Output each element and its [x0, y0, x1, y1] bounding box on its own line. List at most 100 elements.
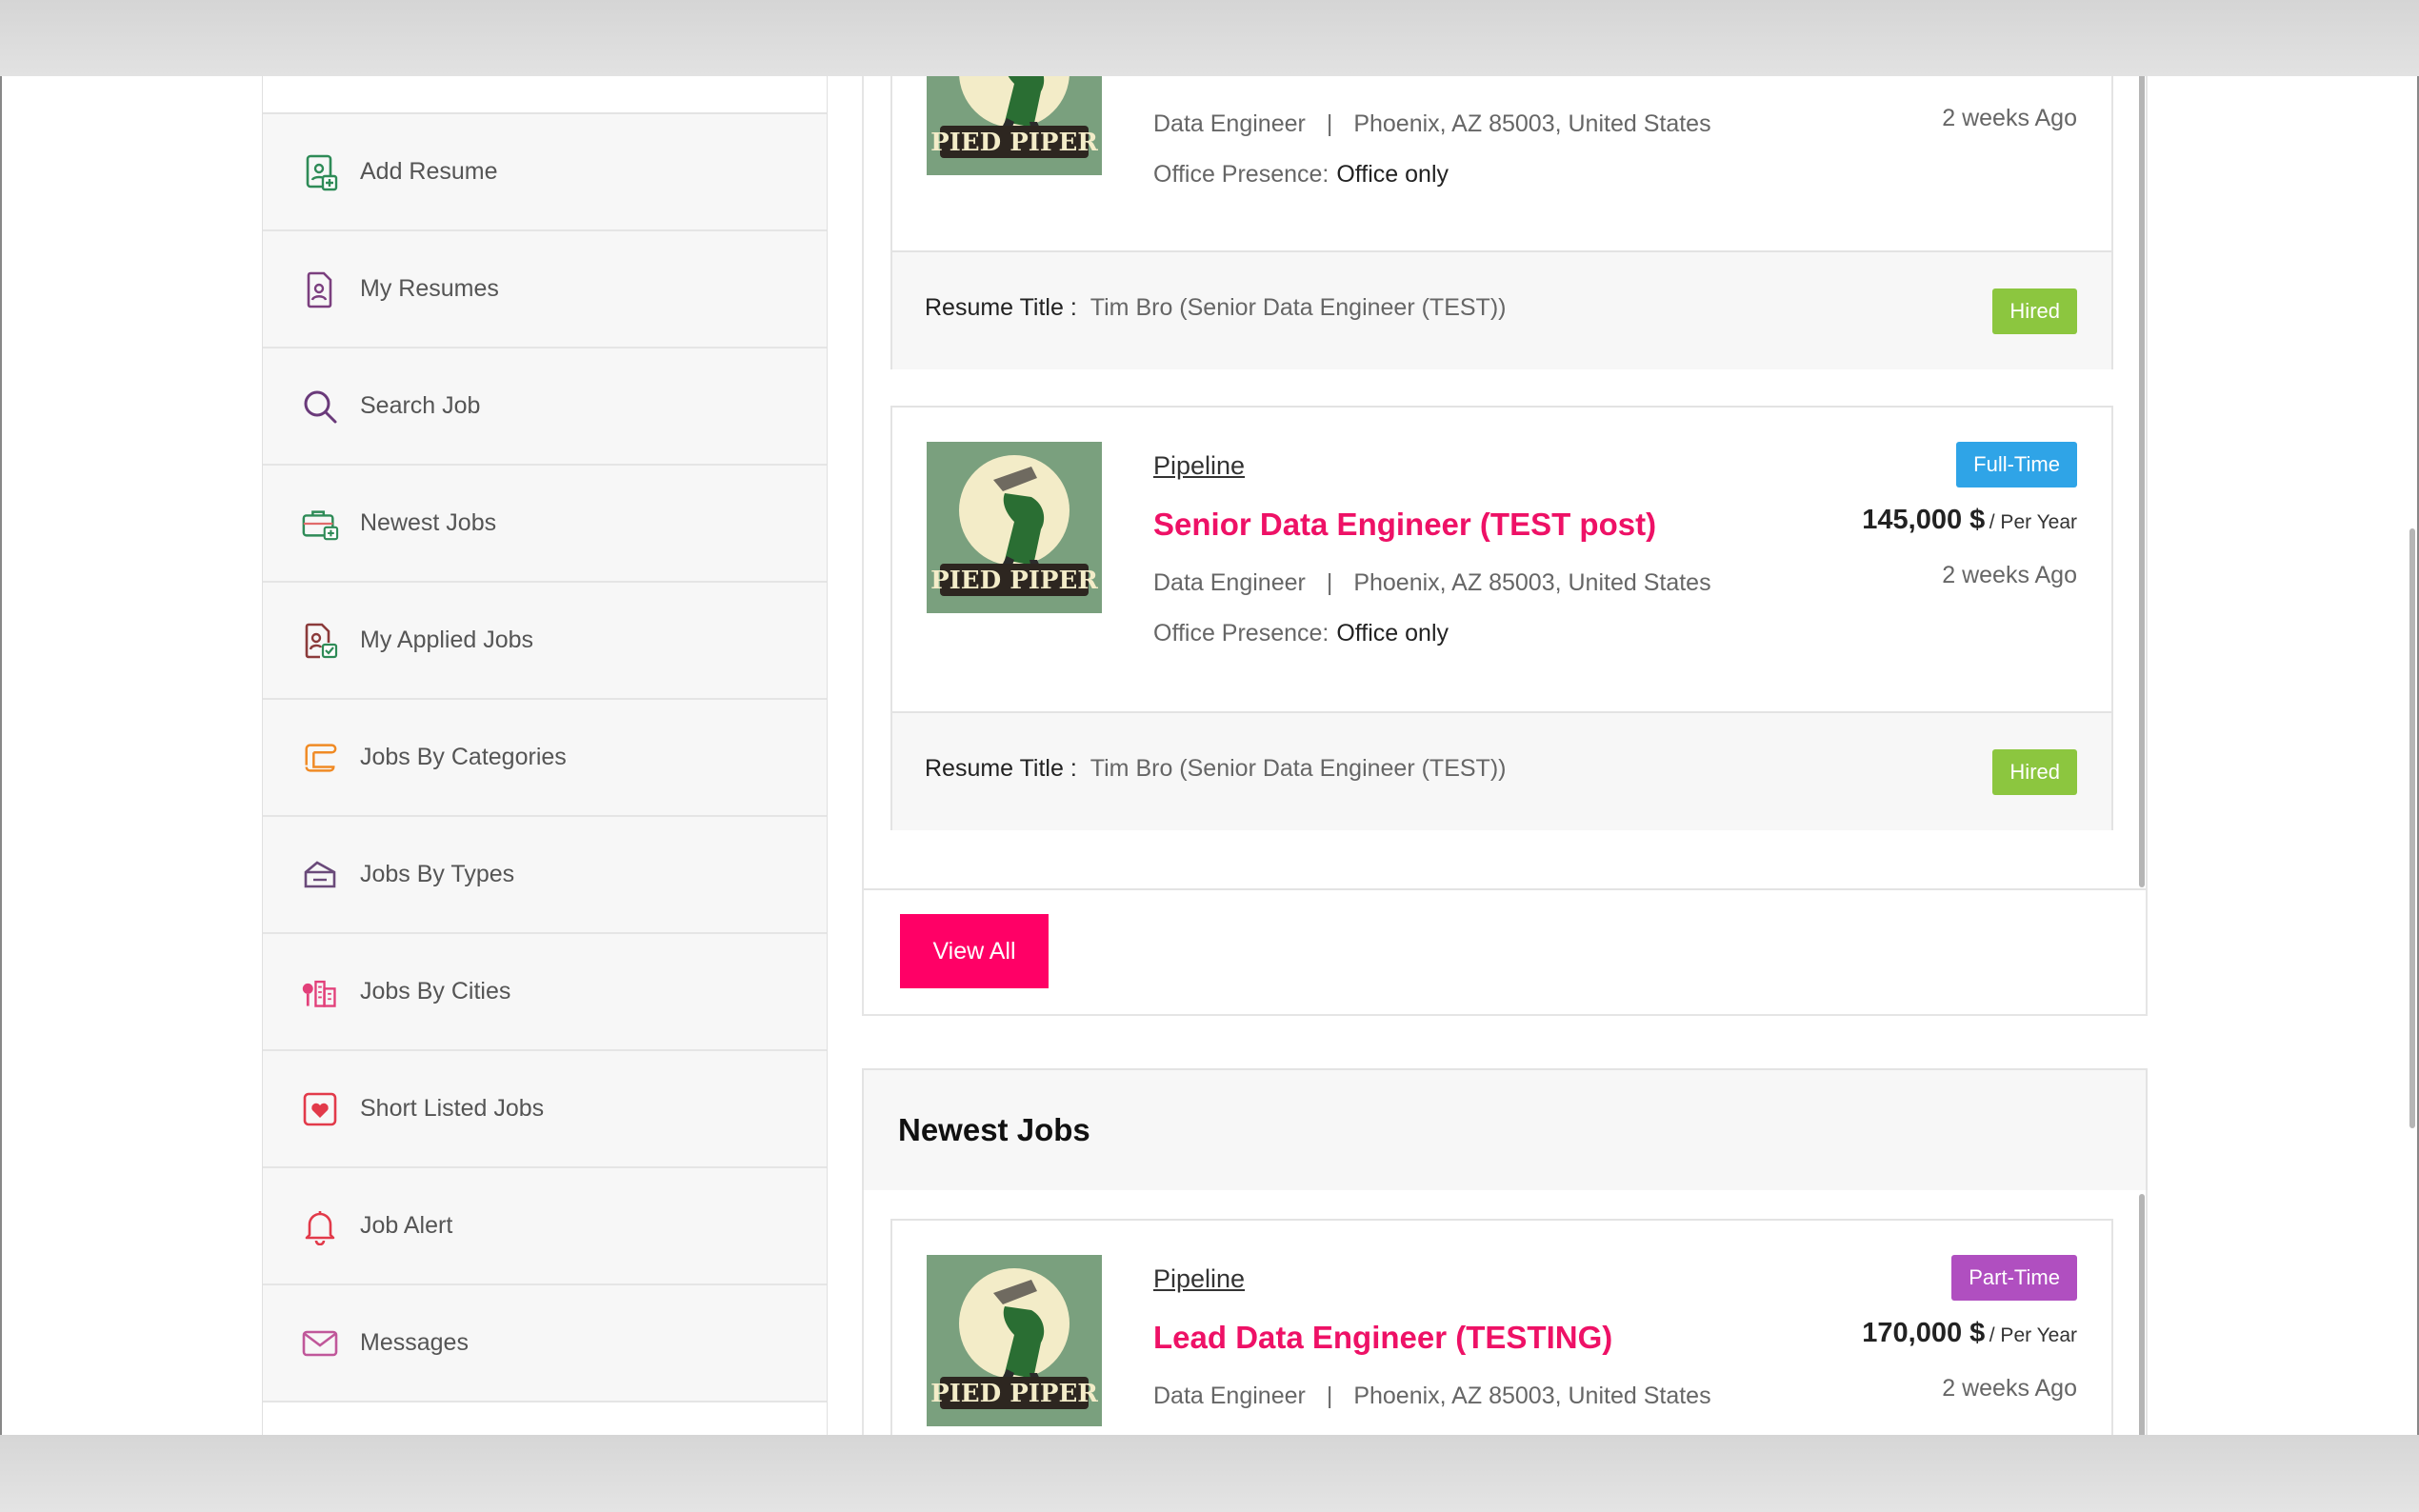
dashboard-sidebar: Add Resume My Resumes Search Job Newest …	[262, 76, 828, 1435]
presence-value: Office only	[1336, 161, 1449, 188]
resume-title: Resume Title : Tim Bro (Senior Data Engin…	[925, 755, 1506, 783]
posted-time: 2 weeks Ago	[1942, 1375, 2077, 1402]
newest-jobs-panel: PIED PIPER Pipeline Lead Data Engineer (…	[862, 1190, 2148, 1435]
inner-scrollbar[interactable]	[2139, 1194, 2145, 1435]
viewport-edge	[0, 76, 2, 1435]
meta-separator: |	[1326, 1383, 1333, 1409]
presence-value: Office only	[1336, 620, 1449, 647]
logo-text: PIED PIPER	[930, 567, 1098, 595]
sidebar-item-my-resumes[interactable]: My Resumes	[263, 231, 827, 348]
resume-icon	[301, 270, 339, 308]
sidebar-item-add-resume[interactable]: Add Resume	[263, 114, 827, 231]
page-viewport: Add Resume My Resumes Search Job Newest …	[0, 76, 2419, 1435]
sidebar-item-label: Search Job	[360, 392, 481, 419]
posted-time: 2 weeks Ago	[1942, 562, 2077, 588]
presence-label: Office Presence:	[1153, 161, 1329, 188]
city-icon	[301, 973, 339, 1011]
sidebar-item-label: Jobs By Categories	[360, 744, 567, 770]
applied-job-card[interactable]: PIED PIPER Data Engineer | Phoenix, AZ 850…	[890, 76, 2113, 369]
sidebar-item-label: Jobs By Cities	[360, 978, 511, 1005]
envelope-icon	[301, 1324, 339, 1363]
page-scrollbar[interactable]	[2409, 528, 2415, 1128]
applied-job-card[interactable]: PIED PIPER Pipeline Senior Data Engineer…	[890, 406, 2113, 830]
job-type-badge: Part-Time	[1951, 1255, 2077, 1301]
status-badge: Hired	[1992, 749, 2077, 795]
meta-separator: |	[1326, 110, 1333, 137]
job-category: Data Engineer	[1153, 569, 1306, 596]
presence-label: Office Presence:	[1153, 620, 1329, 647]
sidebar-item-messages[interactable]: Messages	[263, 1285, 827, 1403]
resume-title-label: Resume Title :	[925, 294, 1077, 321]
job-meta: Data Engineer | Phoenix, AZ 85003, United …	[1153, 1383, 1711, 1410]
sidebar-item-label: Short Listed Jobs	[360, 1095, 545, 1122]
resume-title: Resume Title : Tim Bro (Senior Data Engin…	[925, 294, 1506, 322]
panel-divider	[864, 888, 2146, 890]
job-title-link[interactable]: Lead Data Engineer (TESTING)	[1153, 1320, 1612, 1356]
heart-icon	[301, 1090, 339, 1128]
sidebar-item-label: Jobs By Types	[360, 861, 515, 887]
sidebar-item-jobs-by-categories[interactable]: Jobs By Categories	[263, 700, 827, 817]
job-salary: 170,000 $ / Per Year	[1862, 1318, 2077, 1349]
sidebar-item-label: My Resumes	[360, 275, 499, 302]
scroll-icon	[301, 739, 339, 777]
main-content: PIED PIPER Data Engineer | Phoenix, AZ 850…	[862, 76, 2149, 1435]
sidebar-item-search-job[interactable]: Search Job	[263, 348, 827, 466]
job-location: Phoenix, AZ 85003, United States	[1353, 110, 1711, 137]
job-location: Phoenix, AZ 85003, United States	[1353, 569, 1711, 596]
sidebar-item-label: Job Alert	[360, 1212, 453, 1239]
add-resume-icon	[301, 153, 339, 191]
job-type-badge: Full-Time	[1956, 442, 2077, 487]
sidebar-item-newest-jobs[interactable]: Newest Jobs	[263, 466, 827, 583]
bell-icon	[301, 1207, 339, 1245]
company-link[interactable]: Pipeline	[1153, 451, 1245, 481]
posted-time: 2 weeks Ago	[1942, 105, 2077, 131]
applied-jobs-icon	[301, 622, 339, 660]
sidebar-item-label: Messages	[360, 1329, 469, 1356]
sidebar-item-label: Add Resume	[360, 158, 498, 185]
salary-amount: 170,000 $	[1862, 1318, 1986, 1348]
inner-scrollbar[interactable]	[2139, 76, 2145, 887]
office-presence: Office Presence: Office only	[1153, 161, 1449, 189]
job-category: Data Engineer	[1153, 110, 1306, 137]
sidebar-item-my-applied-jobs[interactable]: My Applied Jobs	[263, 583, 827, 700]
resume-row: Resume Title : Tim Bro (Senior Data Engin…	[892, 250, 2111, 369]
resume-row: Resume Title : Tim Bro (Senior Data Engin…	[892, 711, 2111, 830]
newest-job-card[interactable]: PIED PIPER Pipeline Lead Data Engineer (…	[890, 1219, 2113, 1435]
sidebar-item-jobs-by-cities[interactable]: Jobs By Cities	[263, 934, 827, 1051]
window-top-band	[0, 0, 2419, 76]
sidebar-item-label: My Applied Jobs	[360, 627, 534, 653]
company-logo[interactable]: PIED PIPER	[927, 442, 1102, 613]
resume-title-value: Tim Bro (Senior Data Engineer (TEST))	[1090, 294, 1507, 321]
newest-jobs-header: Newest Jobs	[862, 1068, 2148, 1192]
job-location: Phoenix, AZ 85003, United States	[1353, 1383, 1711, 1409]
job-meta: Data Engineer | Phoenix, AZ 85003, United …	[1153, 569, 1711, 597]
resume-title-value: Tim Bro (Senior Data Engineer (TEST))	[1090, 755, 1507, 782]
logo-text: PIED PIPER	[930, 1380, 1098, 1408]
salary-period: / Per Year	[1989, 1324, 2077, 1346]
section-title: Newest Jobs	[898, 1112, 1090, 1147]
office-presence: Office Presence: Office only	[1153, 620, 1449, 647]
job-category: Data Engineer	[1153, 1383, 1306, 1409]
job-title-link[interactable]: Senior Data Engineer (TEST post)	[1153, 507, 1656, 543]
briefcase-icon	[301, 505, 339, 543]
company-logo[interactable]: PIED PIPER	[927, 76, 1102, 175]
company-logo[interactable]: PIED PIPER	[927, 1255, 1102, 1426]
salary-amount: 145,000 $	[1862, 505, 1986, 535]
company-link[interactable]: Pipeline	[1153, 1264, 1245, 1294]
sidebar-item-job-alert[interactable]: Job Alert	[263, 1168, 827, 1285]
status-badge: Hired	[1992, 288, 2077, 334]
meta-separator: |	[1326, 569, 1333, 596]
window-bottom-band	[0, 1435, 2419, 1512]
salary-period: / Per Year	[1989, 511, 2077, 533]
types-icon	[301, 856, 339, 894]
sidebar-item-label: Newest Jobs	[360, 509, 497, 536]
job-meta: Data Engineer | Phoenix, AZ 85003, United …	[1153, 110, 1711, 138]
logo-text: PIED PIPER	[930, 129, 1098, 157]
resume-title-label: Resume Title :	[925, 755, 1077, 782]
applied-jobs-panel: PIED PIPER Data Engineer | Phoenix, AZ 850…	[862, 76, 2148, 1016]
sidebar-top-item	[263, 76, 827, 114]
job-salary: 145,000 $ / Per Year	[1862, 505, 2077, 536]
sidebar-item-short-listed-jobs[interactable]: Short Listed Jobs	[263, 1051, 827, 1168]
sidebar-item-jobs-by-types[interactable]: Jobs By Types	[263, 817, 827, 934]
view-all-button[interactable]: View All	[900, 914, 1049, 988]
